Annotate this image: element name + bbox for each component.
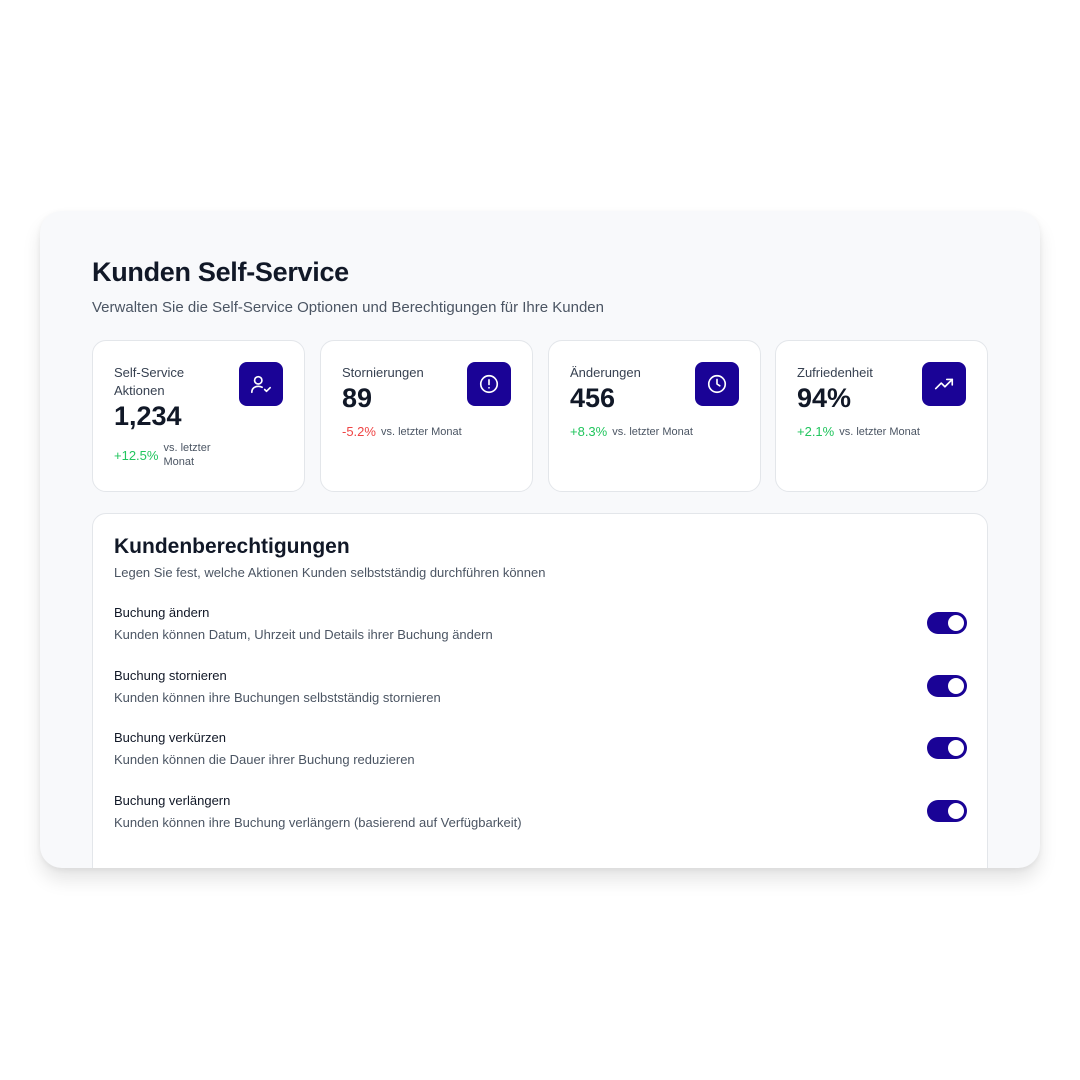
permissions-subtitle: Legen Sie fest, welche Aktionen Kunden s…: [114, 565, 546, 580]
change-percent: +2.1%: [797, 424, 835, 439]
stat-card-self-service-actions: Self-Service Aktionen 1,234 +12.5% vs. l…: [92, 340, 305, 492]
toggle-knob: [948, 740, 964, 756]
stat-change: +12.5% vs. letzter Monat: [114, 441, 219, 469]
change-note: vs. letzter Monat: [380, 425, 462, 438]
stat-change: +2.1% vs. letzter Monat: [797, 424, 920, 439]
user-check-icon: [239, 362, 283, 406]
permission-description: Kunden können Datum, Uhrzeit und Details…: [114, 627, 493, 642]
stat-card-changes: Änderungen 456 +8.3% vs. letzter Monat: [548, 340, 761, 492]
toggle-extend-booking[interactable]: [927, 800, 967, 822]
permission-description: Kunden können die Dauer ihrer Buchung re…: [114, 752, 415, 767]
stat-change: -5.2% vs. letzter Monat: [342, 424, 462, 439]
permission-row-cancel-booking: Buchung stornieren Kunden können ihre Bu…: [114, 668, 967, 712]
self-service-panel: Kunden Self-Service Verwalten Sie die Se…: [40, 211, 1040, 868]
permission-name: Buchung verkürzen: [114, 730, 227, 745]
toggle-change-booking[interactable]: [927, 612, 967, 634]
change-note: vs. letzter Monat: [612, 425, 693, 438]
stat-label: Self-Service Aktionen: [114, 365, 185, 398]
alert-circle-icon: [467, 362, 511, 406]
toggle-cancel-booking[interactable]: [927, 675, 967, 697]
permission-row-change-booking: Buchung ändern Kunden können Datum, Uhrz…: [114, 605, 967, 649]
change-percent: -5.2%: [342, 424, 376, 439]
permission-row-extend-booking: Buchung verlängern Kunden können ihre Bu…: [114, 793, 967, 837]
stat-change: +8.3% vs. letzter Monat: [570, 424, 693, 439]
page-title: Kunden Self-Service: [92, 257, 349, 287]
permission-name: Buchung verlängern: [114, 793, 231, 808]
permission-name: Buchung ändern: [114, 605, 210, 620]
change-percent: +8.3%: [570, 424, 608, 439]
stats-row: Self-Service Aktionen 1,234 +12.5% vs. l…: [92, 340, 988, 492]
permission-description: Kunden können ihre Buchung verlängern (b…: [114, 815, 522, 830]
page-subtitle: Verwalten Sie die Self-Service Optionen …: [92, 299, 604, 316]
stat-label: Stornierungen: [342, 365, 424, 380]
permissions-card: Kundenberechtigungen Legen Sie fest, wel…: [92, 513, 988, 868]
stat-value: 94%: [797, 383, 852, 413]
permissions-title: Kundenberechtigungen: [114, 535, 350, 558]
stat-value: 1,234: [114, 401, 182, 431]
toggle-knob: [948, 615, 964, 631]
stat-label: Zufriedenheit: [797, 365, 873, 380]
toggle-knob: [948, 678, 964, 694]
clock-icon: [695, 362, 739, 406]
permission-name: Buchung stornieren: [114, 668, 227, 683]
stat-card-satisfaction: Zufriedenheit 94% +2.1% vs. letzter Mona…: [775, 340, 988, 492]
toggle-shorten-booking[interactable]: [927, 737, 967, 759]
stat-value: 456: [570, 383, 616, 413]
change-percent: +12.5%: [114, 447, 159, 463]
change-note: vs. letzter Monat: [163, 442, 211, 468]
trending-up-icon: [922, 362, 966, 406]
toggle-knob: [948, 803, 964, 819]
stat-value: 89: [342, 383, 373, 413]
stat-card-cancellations: Stornierungen 89 -5.2% vs. letzter Monat: [320, 340, 533, 492]
permission-description: Kunden können ihre Buchungen selbstständ…: [114, 690, 441, 705]
change-note: vs. letzter Monat: [839, 425, 920, 438]
stat-label: Änderungen: [570, 365, 641, 380]
permission-row-shorten-booking: Buchung verkürzen Kunden können die Daue…: [114, 730, 967, 774]
